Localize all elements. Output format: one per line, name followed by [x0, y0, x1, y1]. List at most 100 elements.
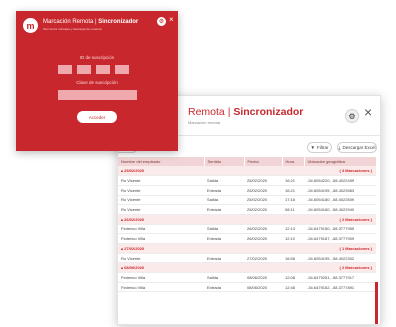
column-header[interactable]: Sentido — [204, 157, 245, 166]
cell-date: 08/06/2020 — [244, 272, 282, 283]
sync-window-close-button[interactable]: × — [364, 105, 372, 119]
settings-gear-button[interactable]: ⚙ — [345, 109, 359, 123]
login-title-prefix: Marcación Remota — [43, 19, 94, 25]
subscription-id-field-4[interactable] — [115, 65, 129, 74]
cell-dir: Entrada — [204, 185, 244, 196]
cell-name: Federico Villa — [118, 282, 204, 293]
table-row[interactable]: Federico Villa Entrada 26/02/2020 12:10 -34.… — [118, 233, 376, 244]
date-group-label: ▴ 25/02/2020 — [118, 166, 282, 177]
subscription-id-field-3[interactable] — [96, 65, 110, 74]
date-group-row[interactable]: ▴ 08/06/2020( 2 Marcaciones ) — [118, 262, 376, 274]
download-icon: ⤓ — [338, 145, 341, 150]
cell-loc: -34.6054195, -58.4022302 — [304, 253, 376, 264]
login-window: m Marcación Remota | Sincronizador Sincr… — [16, 11, 178, 151]
cell-time: 16:21 — [282, 185, 304, 196]
table-row[interactable]: Ro Vicente Entrada 25/02/2020 08:11 -34.6054… — [118, 204, 376, 215]
export-excel-label: Descargar Excel — [342, 145, 376, 150]
login-subtitle: Sincroniza marcajes y descarga de usuari… — [43, 27, 102, 31]
cell-date: 25/02/2020 — [244, 175, 282, 186]
column-header[interactable]: Nombre del empleado — [118, 157, 205, 166]
cell-date: 27/02/2020 — [244, 253, 282, 264]
sync-title-separator: | — [227, 106, 231, 118]
table-row[interactable]: Federico Villa Salida 08/06/2020 12:08 -34.6… — [118, 272, 376, 283]
sync-window-title: Remota | Sincronizador — [188, 106, 303, 118]
subscription-id-field-2[interactable] — [77, 65, 91, 74]
filter-button[interactable]: ▼ Filtrar — [307, 142, 332, 153]
cell-time: 17:16 — [282, 195, 304, 206]
cell-time: 12:10 — [282, 233, 304, 244]
subscription-id-label: ID de suscripción — [79, 55, 115, 60]
app-logo-icon: m — [23, 18, 38, 33]
access-button[interactable]: Acceder — [77, 111, 117, 123]
cell-loc: -34.6054195, -58.4023963 — [304, 185, 376, 196]
cell-dir: Entrada — [204, 204, 244, 215]
cell-name: Ro Vicente — [118, 204, 204, 215]
cell-dir: Entrada — [204, 282, 244, 293]
sync-window-subtitle: Marcación remota — [188, 120, 221, 125]
table-header-row: Nombre del empleado Sentido Fecha Hora Ubica… — [118, 157, 377, 166]
filter-button-label: Filtrar — [316, 145, 329, 150]
date-group-label: ▴ 26/02/2020 — [118, 214, 282, 225]
login-close-button[interactable]: × — [169, 15, 174, 25]
date-group-row[interactable]: ▴ 25/02/2020( 4 Marcaciones ) — [118, 166, 376, 177]
cell-time: 12:13 — [282, 224, 304, 235]
column-header[interactable]: Ubicación geográfica — [304, 157, 377, 166]
sync-title-strong: Sincronizador — [233, 106, 304, 118]
cell-loc: -34.6054180, -58.4022609 — [304, 195, 376, 206]
subscription-id-field-1[interactable] — [58, 65, 72, 74]
subscription-key-label: Clave de suscripción — [76, 80, 118, 85]
cell-date: 26/02/2020 — [244, 233, 282, 244]
login-settings-button[interactable]: ⚙ — [157, 17, 166, 26]
table-row[interactable]: Ro Vicente Salida 25/02/2020 16:21 -34.60542… — [118, 175, 376, 186]
cell-name: Ro Vicente — [118, 195, 204, 206]
subscription-id-fields — [58, 65, 129, 74]
login-title-separator: | — [95, 19, 97, 25]
cell-dir: Entrada — [204, 253, 244, 264]
sync-title-prefix: Remota — [188, 106, 225, 118]
cell-date: 25/02/2020 — [244, 195, 282, 206]
cell-loc: -34.6479150, -58.3777955 — [304, 224, 376, 235]
column-header[interactable]: Hora — [282, 157, 305, 166]
login-title-strong: Sincronizador — [98, 19, 139, 25]
marcaciones-count: ( 1 Marcaciones ) — [282, 243, 376, 254]
cell-name: Ro Vicente — [118, 175, 204, 186]
cell-name: Federico Villa — [118, 233, 204, 244]
marcaciones-count: ( 4 Marcaciones ) — [282, 166, 376, 177]
cell-time: 16:21 — [282, 175, 304, 186]
table-scrollbar[interactable] — [375, 282, 378, 324]
gear-icon: ⚙ — [348, 111, 356, 121]
table-row[interactable]: Ro Vicente Salida 25/02/2020 17:16 -34.60541… — [118, 195, 376, 206]
table-row[interactable]: Federico Villa Entrada 08/06/2020 12:48 -34.… — [118, 282, 376, 293]
cell-time: 12:48 — [282, 282, 304, 293]
cell-loc: -34.6479187, -58.3777909 — [304, 233, 376, 244]
column-header[interactable]: Fecha — [244, 157, 283, 166]
cell-dir: Salida — [204, 195, 244, 206]
cell-date: 08/06/2020 — [244, 282, 282, 293]
cell-date: 26/02/2020 — [244, 224, 282, 235]
cell-date: 25/02/2020 — [244, 185, 282, 196]
gear-icon: ⚙ — [158, 19, 165, 25]
date-group-row[interactable]: ▴ 26/02/2020( 2 Marcaciones ) — [118, 214, 376, 225]
login-title: Marcación Remota | Sincronizador — [43, 19, 138, 25]
table-row[interactable]: Ro Vicente Entrada 27/02/2020 16:56 -34.6054… — [118, 253, 376, 264]
date-group-row[interactable]: ▴ 27/02/2020( 1 Marcaciones ) — [118, 243, 376, 254]
export-excel-button[interactable]: ⤓ Descargar Excel — [337, 142, 377, 153]
marcaciones-count: ( 2 Marcaciones ) — [282, 214, 376, 225]
marcaciones-count: ( 2 Marcaciones ) — [282, 262, 376, 274]
cell-date: 25/02/2020 — [244, 204, 282, 215]
subscription-key-field[interactable] — [58, 90, 137, 100]
cell-dir: Entrada — [204, 233, 244, 244]
cell-name: Ro Vicente — [118, 253, 204, 264]
cell-time: 12:08 — [282, 272, 304, 283]
cell-dir: Salida — [204, 272, 244, 283]
cell-time: 08:11 — [282, 204, 304, 215]
cell-name: Federico Villa — [118, 224, 204, 235]
table-row[interactable]: Ro Vicente Entrada 25/02/2020 16:21 -34.6054… — [118, 185, 376, 196]
table-row[interactable]: Federico Villa Salida 26/02/2020 12:13 -34.6… — [118, 224, 376, 235]
cell-name: Ro Vicente — [118, 185, 204, 196]
cell-dir: Salida — [204, 175, 244, 186]
cell-loc: -34.6479152, -58.3777891 — [304, 282, 376, 293]
cell-dir: Salida — [204, 224, 244, 235]
date-group-label: ▴ 27/02/2020 — [118, 243, 282, 254]
filter-icon: ▼ — [310, 145, 315, 150]
